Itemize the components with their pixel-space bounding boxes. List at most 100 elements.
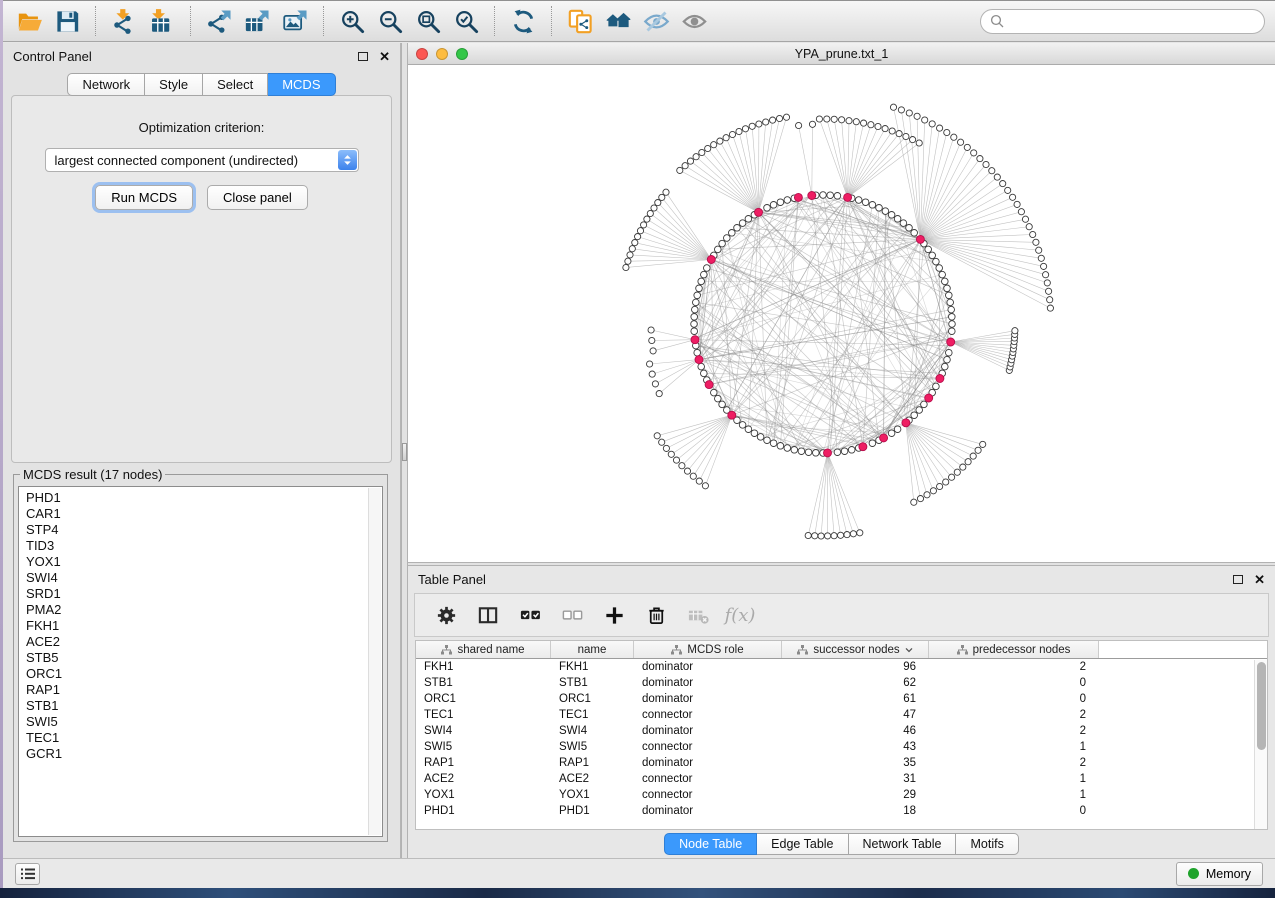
mcds-result-item[interactable]: FKH1	[26, 618, 382, 634]
network-node[interactable]	[839, 117, 845, 123]
column-header-predecessor-nodes[interactable]: predecessor nodes	[929, 641, 1099, 658]
network-node[interactable]	[816, 116, 822, 122]
network-node[interactable]	[647, 210, 653, 216]
network-node[interactable]	[691, 321, 698, 328]
network-node[interactable]	[824, 116, 830, 122]
network-node[interactable]	[947, 299, 954, 306]
network-node[interactable]	[805, 449, 812, 456]
network-node[interactable]	[724, 235, 731, 242]
mcds-node[interactable]	[808, 192, 816, 200]
network-node[interactable]	[857, 530, 863, 536]
network-node[interactable]	[922, 117, 928, 123]
network-node[interactable]	[692, 306, 699, 313]
network-node[interactable]	[715, 246, 722, 253]
network-node[interactable]	[687, 158, 693, 164]
float-table-panel-icon[interactable]	[1233, 575, 1243, 584]
network-node[interactable]	[702, 483, 708, 489]
network-node[interactable]	[942, 363, 949, 370]
network-node[interactable]	[834, 193, 841, 200]
mcds-result-item[interactable]: ACE2	[26, 634, 382, 650]
network-node[interactable]	[818, 533, 824, 539]
network-node[interactable]	[659, 439, 665, 445]
network-node[interactable]	[933, 383, 940, 390]
network-node[interactable]	[715, 395, 722, 402]
network-node[interactable]	[704, 265, 711, 272]
criterion-dropdown[interactable]: largest connected component (undirected)	[45, 148, 359, 172]
network-node[interactable]	[1046, 288, 1052, 294]
gear-button[interactable]	[427, 597, 465, 633]
network-node[interactable]	[937, 483, 943, 489]
export-network-button[interactable]	[201, 4, 237, 38]
network-node[interactable]	[977, 156, 983, 162]
mcds-node[interactable]	[707, 256, 715, 264]
table-tab-node-table[interactable]: Node Table	[664, 833, 757, 855]
mcds-result-item[interactable]: YOX1	[26, 554, 382, 570]
network-node[interactable]	[1041, 263, 1047, 269]
close-panel-icon[interactable]: ✕	[379, 50, 390, 63]
import-network-button[interactable]	[106, 4, 142, 38]
table-row[interactable]: ACE2ACE2connector311	[416, 771, 1267, 787]
network-node[interactable]	[1018, 209, 1024, 215]
network-node[interactable]	[838, 532, 844, 538]
network-node[interactable]	[876, 205, 883, 212]
network-node[interactable]	[691, 314, 698, 321]
mcds-node[interactable]	[824, 449, 832, 457]
task-history-button[interactable]	[15, 863, 40, 885]
mcds-node[interactable]	[705, 381, 713, 389]
network-node[interactable]	[1014, 201, 1020, 207]
mcds-node[interactable]	[880, 434, 888, 442]
network-node[interactable]	[764, 437, 771, 444]
mcds-result-list[interactable]: PHD1CAR1STP4TID3YOX1SWI4SRD1PMA2FKH1ACE2…	[18, 486, 383, 837]
network-node[interactable]	[820, 192, 827, 199]
network-node[interactable]	[944, 129, 950, 135]
network-node[interactable]	[650, 348, 656, 354]
network-node[interactable]	[983, 161, 989, 167]
float-panel-icon[interactable]	[358, 52, 368, 61]
network-node[interactable]	[921, 401, 928, 408]
network-node[interactable]	[745, 216, 752, 223]
network-canvas[interactable]	[408, 65, 1275, 562]
network-node[interactable]	[647, 361, 653, 367]
network-node[interactable]	[943, 479, 949, 485]
network-node[interactable]	[1026, 224, 1032, 230]
network-node[interactable]	[739, 422, 746, 429]
network-node[interactable]	[632, 240, 638, 246]
network-node[interactable]	[684, 468, 690, 474]
network-node[interactable]	[949, 314, 956, 321]
network-node[interactable]	[848, 447, 855, 454]
table-tab-network-table[interactable]: Network Table	[849, 833, 957, 855]
network-node[interactable]	[629, 246, 635, 252]
mcds-result-item[interactable]: PHD1	[26, 490, 382, 506]
network-node[interactable]	[770, 202, 777, 209]
mcds-result-item[interactable]: PMA2	[26, 602, 382, 618]
network-node[interactable]	[734, 225, 741, 232]
network-node[interactable]	[936, 265, 943, 272]
network-node[interactable]	[649, 337, 655, 343]
network-node[interactable]	[663, 189, 669, 195]
network-node[interactable]	[933, 258, 940, 265]
search-input[interactable]	[1009, 14, 1255, 28]
tab-style[interactable]: Style	[145, 73, 203, 96]
mcds-node[interactable]	[728, 411, 736, 419]
table-row[interactable]: YOX1YOX1connector291	[416, 787, 1267, 803]
refresh-button[interactable]	[505, 4, 541, 38]
table-row[interactable]: TEC1TEC1connector472	[416, 707, 1267, 723]
network-node[interactable]	[954, 469, 960, 475]
network-node[interactable]	[739, 220, 746, 227]
network-node[interactable]	[1030, 231, 1036, 237]
mcds-node[interactable]	[925, 394, 933, 402]
network-node[interactable]	[906, 110, 912, 116]
zoom-fit-button[interactable]	[410, 4, 446, 38]
network-node[interactable]	[916, 407, 923, 414]
network-node[interactable]	[1005, 187, 1011, 193]
network-node[interactable]	[1043, 272, 1049, 278]
network-node[interactable]	[705, 145, 711, 151]
column-header-shared-name[interactable]: shared name	[416, 641, 551, 658]
network-node[interactable]	[989, 168, 995, 174]
network-node[interactable]	[696, 478, 702, 484]
network-node[interactable]	[980, 441, 986, 447]
network-node[interactable]	[651, 205, 657, 211]
network-node[interactable]	[623, 264, 629, 270]
network-node[interactable]	[929, 252, 936, 259]
network-node[interactable]	[971, 150, 977, 156]
